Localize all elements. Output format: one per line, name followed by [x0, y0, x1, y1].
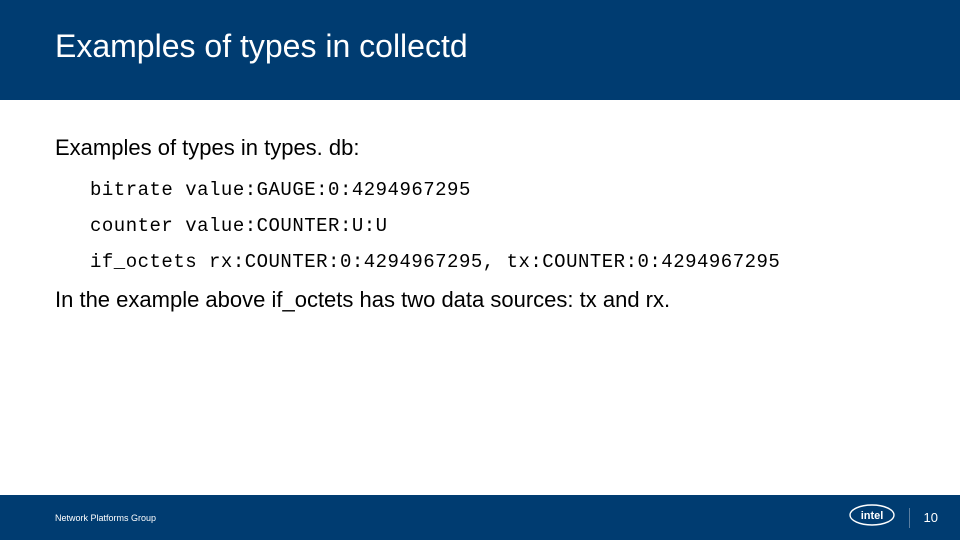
- code-line: counter value:COUNTER:U:U: [90, 215, 905, 237]
- explanation-text: In the example above if_octets has two d…: [55, 287, 905, 313]
- footer-divider: [909, 508, 910, 528]
- footer: Network Platforms Group intel 10: [0, 495, 960, 540]
- code-line: bitrate value:GAUGE:0:4294967295: [90, 179, 905, 201]
- intel-logo-icon: intel: [849, 504, 895, 531]
- subtitle: Examples of types in types. db:: [55, 135, 905, 161]
- footer-right: intel 10: [849, 504, 960, 531]
- code-line: if_octets rx:COUNTER:0:4294967295, tx:CO…: [90, 251, 905, 273]
- footer-group-label: Network Platforms Group: [0, 513, 849, 523]
- slide: Examples of types in collectd Examples o…: [0, 0, 960, 540]
- body-area: Examples of types in types. db: bitrate …: [0, 100, 960, 495]
- title-band: Examples of types in collectd: [0, 0, 960, 100]
- svg-text:intel: intel: [860, 510, 883, 522]
- page-number: 10: [924, 510, 938, 525]
- slide-title: Examples of types in collectd: [55, 28, 905, 65]
